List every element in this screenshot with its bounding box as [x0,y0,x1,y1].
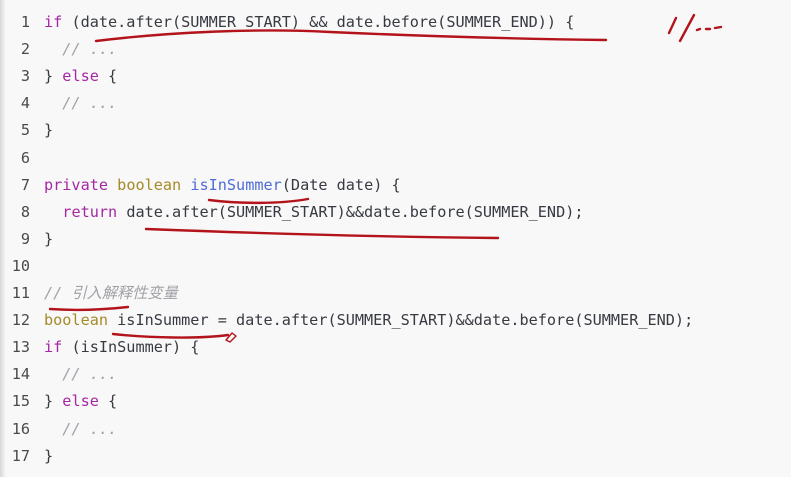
code-token: (date.after(SUMMER_START) && date.before… [62,13,575,31]
code-token: (isInSummer) { [62,338,200,357]
code-token: boolean [44,311,109,330]
code-line[interactable]: 14 // ... [0,361,791,388]
line-number: 13 [11,338,30,357]
line-number: 15 [11,392,30,411]
code-token: else [62,67,99,86]
code-token: } [44,121,54,140]
code-text: // ... [44,361,117,388]
code-line[interactable]: 1 if (date.after(SUMMER_START) && date.be… [0,9,791,36]
code-line[interactable]: 6 [0,145,791,172]
code-text: // 引入解释性变量 [44,280,178,307]
code-token: isInSummer = date.after(SUMMER_START)&&d… [108,311,694,330]
line-number: 8 [20,202,30,221]
code-line[interactable]: 2 // ... [0,36,791,63]
code-line[interactable]: 9} [0,226,791,253]
line-number: 17 [11,446,30,465]
code-line[interactable]: 11 // 引入解释性变量 [0,280,791,307]
code-token: date.after(SUMMER_START)&&date.before(SU… [117,202,584,221]
code-token: isInSummer [190,175,282,194]
code-line[interactable]: 15} else { [0,388,791,415]
code-line[interactable]: 10 [0,253,791,280]
code-token: if [44,338,63,357]
code-text: // ... [44,90,117,117]
code-token: { [98,67,118,86]
code-line[interactable]: 16 // ... [0,416,791,443]
code-text: if (isInSummer) { [44,334,199,361]
code-token: // ... [44,40,118,59]
code-text: return date.after(SUMMER_START)&&date.be… [44,199,584,226]
line-number: 11 [11,284,30,302]
code-line[interactable]: 4 // ... [0,90,791,117]
code-token: } [44,392,63,411]
code-text: } [44,443,53,470]
code-line[interactable]: 8 return date.after(SUMMER_START)&&date.… [0,199,791,226]
line-number: 10 [11,256,30,275]
code-token: return [62,202,118,221]
code-token: private [44,175,109,194]
code-token: 引入解释性变量 [71,284,178,302]
code-token: boolean [117,175,182,194]
line-number: 4 [20,94,30,113]
code-token: // ... [44,419,118,438]
code-text: // ... [44,416,117,443]
code-line[interactable]: 7 private boolean isInSummer(Date date) { [0,172,791,199]
code-text: private boolean isInSummer(Date date) { [44,172,401,199]
line-number: 3 [20,67,30,86]
code-text: if (date.after(SUMMER_START) && date.bef… [44,9,574,36]
line-number: 14 [11,365,30,384]
code-token: // [44,284,72,302]
code-line[interactable]: 5} [0,117,791,144]
code-editor[interactable]: 1 if (date.after(SUMMER_START) && date.be… [0,0,791,477]
line-number: 16 [11,419,30,438]
code-line[interactable]: 13 if (isInSummer) { [0,334,791,361]
code-line[interactable]: 12 boolean isInSummer = date.after(SUMMER… [0,307,791,334]
code-text: } else { [44,63,117,90]
line-number: 7 [20,175,30,194]
code-line[interactable]: 3} else { [0,63,791,90]
code-token: else [62,392,99,411]
code-token: (Date date) { [281,175,401,194]
code-line[interactable]: 17} [0,443,791,470]
line-number: 12 [11,311,30,330]
code-token: if [44,13,63,31]
line-number: 6 [20,148,30,167]
code-text: boolean isInSummer = date.after(SUMMER_S… [44,307,693,334]
line-number: 9 [20,229,30,248]
line-number: 5 [20,121,30,140]
code-token: } [44,446,54,465]
line-number: 2 [20,40,30,59]
code-token: // ... [44,94,118,113]
code-text: } [44,226,53,253]
code-token: } [44,67,63,86]
code-token: { [98,392,118,411]
line-number: 1 [20,13,30,31]
code-token: } [44,229,54,248]
code-text: } [44,117,53,144]
code-text: } else { [44,388,117,415]
code-text: // ... [44,36,117,63]
code-token: // ... [44,365,118,384]
